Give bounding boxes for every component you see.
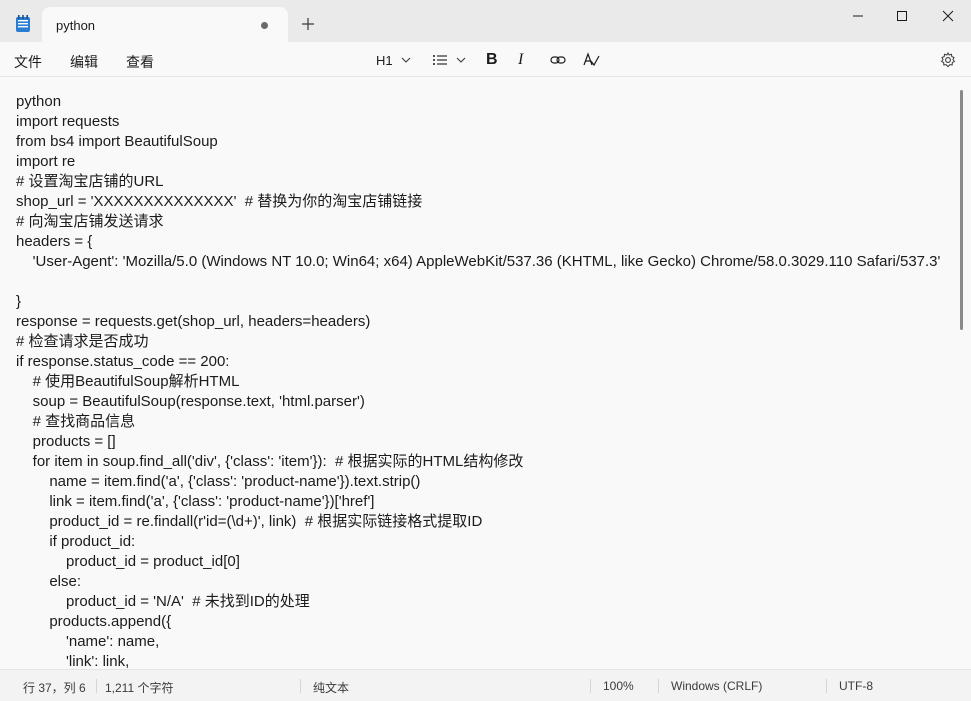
status-divider [300,679,301,693]
italic-button[interactable]: I [518,50,534,70]
bold-button[interactable]: B [486,50,502,70]
chevron-down-icon [456,57,466,63]
status-divider [826,679,827,693]
character-count: 1,211 个字符 [105,681,174,695]
editor-line: 'link': link, [16,653,130,668]
plus-icon[interactable] [298,14,318,34]
document-tab[interactable]: python [42,7,288,42]
unsaved-dot-icon[interactable] [261,22,268,29]
maximize-icon[interactable] [890,6,914,26]
cursor-position: 行 37，列 6 [23,681,86,695]
spellcheck-icon[interactable] [582,50,600,70]
menu-bar: 文件 编辑 查看 H1 B I [0,42,971,76]
status-divider [590,679,591,693]
text-editor[interactable]: python import requests from bs4 import B… [16,92,946,668]
editor-line: } [16,293,22,310]
editor-line: name = item.find('a', {'class': 'product… [16,473,421,490]
vertical-scrollbar[interactable] [960,90,963,330]
heading-label: H1 [376,52,393,68]
status-bar: 行 37，列 6 1,211 个字符 纯文本 100% Windows (CRL… [0,669,971,701]
editor-line: headers = { [16,233,93,250]
gear-icon[interactable] [940,50,956,70]
editor-line: product_id = re.findall(r'id=(\d+)', lin… [16,513,483,530]
editor-line: # 查找商品信息 [16,413,136,430]
close-icon[interactable] [936,6,960,26]
editor-line: else: [16,573,82,590]
editor-line: if product_id: [16,533,136,550]
editor-line: 'User-Agent': 'Mozilla/5.0 (Windows NT 1… [16,253,941,270]
editor-line: # 设置淘宝店铺的URL [16,173,164,190]
zoom-level[interactable]: 100% [603,679,634,693]
editor-line: products = [] [16,433,116,450]
notepad-icon [16,15,30,32]
editor-line: soup = BeautifulSoup(response.text, 'htm… [16,393,365,410]
editor-line: product_id = 'N/A' # 未找到ID的处理 [16,593,310,610]
editor-line: products.append({ [16,613,172,630]
editor-line: import re [16,153,76,170]
editor-line: product_id = product_id[0] [16,553,240,570]
format-mode[interactable]: 纯文本 [313,679,349,696]
title-bar: python [0,0,971,42]
editor-line: response = requests.get(shop_url, header… [16,313,371,330]
minimize-icon[interactable] [846,6,870,26]
encoding[interactable]: UTF-8 [839,679,873,693]
editor-line: python [16,93,62,110]
link-icon[interactable] [550,50,566,70]
toolbar-divider [0,76,971,77]
list-dropdown[interactable] [432,50,466,70]
menu-view[interactable]: 查看 [126,52,154,72]
menu-edit[interactable]: 编辑 [70,52,98,72]
status-divider [658,679,659,693]
editor-line: link = item.find('a', {'class': 'product… [16,493,375,510]
chevron-down-icon [401,57,411,63]
editor-line: shop_url = 'XXXXXXXXXXXXXX' # 替换为你的淘宝店铺链… [16,193,423,210]
bullet-list-icon [433,55,447,65]
editor-line: # 检查请求是否成功 [16,333,149,350]
editor-line: import requests [16,113,120,130]
editor-line: for item in soup.find_all('div', {'class… [16,453,524,470]
line-ending[interactable]: Windows (CRLF) [671,679,762,693]
status-divider [96,679,97,693]
editor-line: # 向淘宝店铺发送请求 [16,213,164,230]
editor-line: if response.status_code == 200: [16,353,230,370]
editor-line: 'name': name, [16,633,160,650]
heading-dropdown[interactable]: H1 [376,50,411,70]
tab-title: python [56,18,96,33]
editor-line: from bs4 import BeautifulSoup [16,133,218,150]
menu-file[interactable]: 文件 [14,52,42,72]
editor-line: # 使用BeautifulSoup解析HTML [16,373,240,390]
